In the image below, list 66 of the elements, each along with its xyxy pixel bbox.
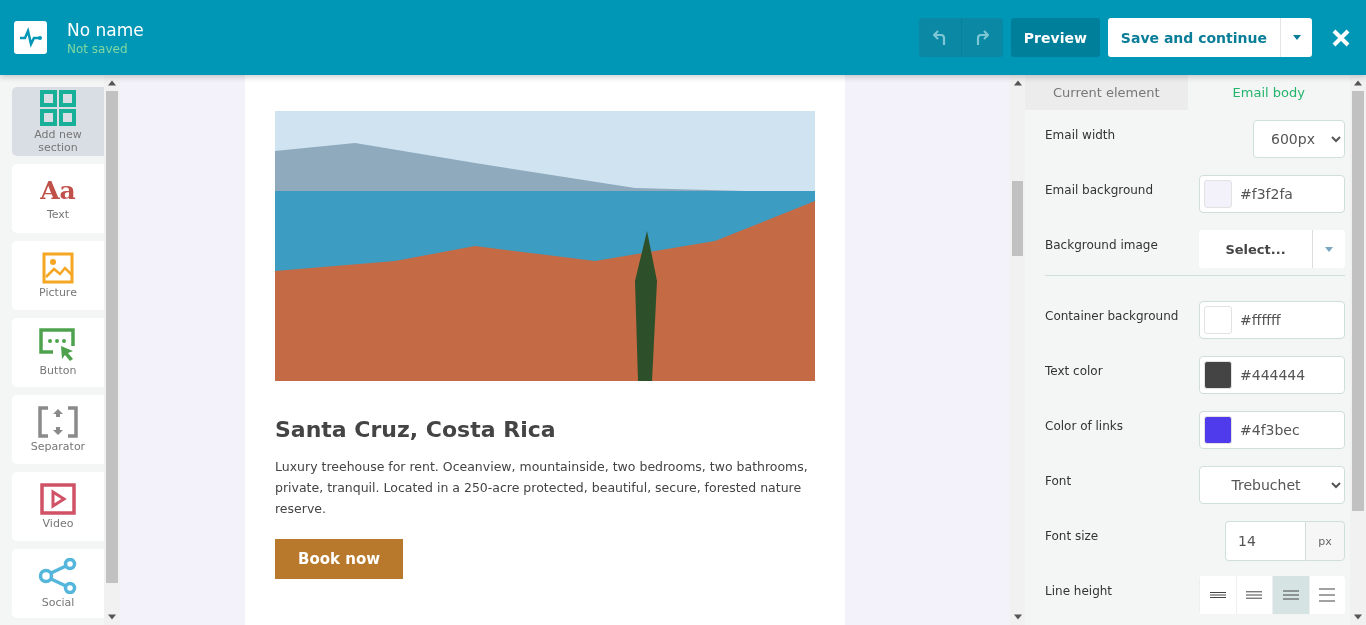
- close-icon: [1332, 28, 1350, 47]
- scroll-down-icon: [108, 612, 116, 622]
- picture-icon: [42, 252, 74, 284]
- line-spacing-icon: [1281, 587, 1300, 603]
- color-input[interactable]: #444444: [1238, 366, 1338, 384]
- setting-label: Container background: [1045, 309, 1179, 323]
- separator-icon: [38, 406, 78, 438]
- scroll-up-icon: [108, 78, 116, 88]
- grid-icon: [40, 89, 76, 126]
- scrollbar-thumb[interactable]: [1012, 181, 1023, 256]
- scrollbar-thumb[interactable]: [1352, 91, 1364, 511]
- setting-label: Email width: [1045, 128, 1116, 142]
- line-spacing-icon: [1318, 587, 1337, 603]
- redo-icon: [975, 29, 990, 46]
- element-tile[interactable]: Button: [12, 318, 104, 387]
- element-tile[interactable]: Social: [12, 549, 104, 618]
- scrollbar[interactable]: [1010, 75, 1025, 625]
- color-swatch[interactable]: [1204, 306, 1232, 334]
- element-tile[interactable]: Video: [12, 472, 104, 541]
- scroll-up-icon: [1013, 78, 1022, 88]
- color-swatch[interactable]: [1204, 416, 1232, 444]
- preview-button[interactable]: Preview: [1010, 18, 1100, 57]
- color-field[interactable]: #ffffff: [1199, 301, 1345, 339]
- setting-label: Text color: [1045, 364, 1103, 378]
- scroll-up-icon: [1354, 78, 1362, 88]
- dropdown-select[interactable]: 600px: [1253, 120, 1345, 158]
- setting-label: Line height: [1045, 584, 1113, 598]
- undo-icon: [932, 29, 947, 46]
- element-tile[interactable]: Separator: [12, 395, 104, 464]
- email-heading: Santa Cruz, Costa Rica: [275, 417, 556, 442]
- color-field[interactable]: #444444: [1199, 356, 1345, 394]
- document-title: No name: [67, 19, 144, 40]
- setting-label: Font: [1045, 474, 1072, 488]
- scroll-down-icon: [1354, 612, 1362, 622]
- color-input[interactable]: #f3f2fa: [1238, 185, 1338, 203]
- color-input[interactable]: #ffffff: [1238, 311, 1338, 329]
- number-input[interactable]: 14: [1225, 521, 1305, 561]
- scrollbar[interactable]: [104, 75, 120, 625]
- element-tile[interactable]: Picture: [12, 241, 104, 310]
- setting-label: Font size: [1045, 529, 1099, 543]
- caret-icon: [1325, 246, 1333, 252]
- email-paragraph: Luxury treehouse for rent. Oceanview, mountainside, two bedrooms, two bathrooms, private, tranquil. Located in a 250-acre protected, beautiful, secure, forested nature reserve.: [275, 458, 809, 518]
- setting-label: Background image: [1045, 238, 1158, 252]
- scroll-down-icon: [1013, 612, 1022, 622]
- save-status: Not saved: [67, 41, 129, 56]
- color-swatch[interactable]: [1204, 180, 1232, 208]
- dropdown-select[interactable]: Trebuchet: [1199, 466, 1345, 504]
- button-cursor-icon: [39, 328, 77, 362]
- color-swatch[interactable]: [1204, 361, 1232, 389]
- color-input[interactable]: #4f3bec: [1238, 421, 1338, 439]
- book-button[interactable]: Book now: [275, 539, 404, 579]
- pulse-logo-icon: [14, 21, 47, 54]
- element-tile[interactable]: Aa Text: [12, 164, 104, 233]
- close-button[interactable]: [1332, 28, 1350, 47]
- caret-icon: [1292, 35, 1301, 40]
- color-field[interactable]: #4f3bec: [1199, 411, 1345, 449]
- color-field[interactable]: #f3f2fa: [1199, 175, 1345, 213]
- text-glyph: Aa: [40, 176, 76, 206]
- setting-label: Email background: [1045, 183, 1154, 197]
- video-icon: [40, 483, 76, 515]
- scrollbar[interactable]: [1350, 75, 1366, 625]
- unit-label: px: [1305, 521, 1345, 561]
- panel-tab[interactable]: Current element: [1025, 75, 1188, 110]
- setting-label: Color of links: [1045, 419, 1123, 433]
- share-icon: [38, 558, 78, 594]
- scrollbar-thumb[interactable]: [106, 91, 118, 583]
